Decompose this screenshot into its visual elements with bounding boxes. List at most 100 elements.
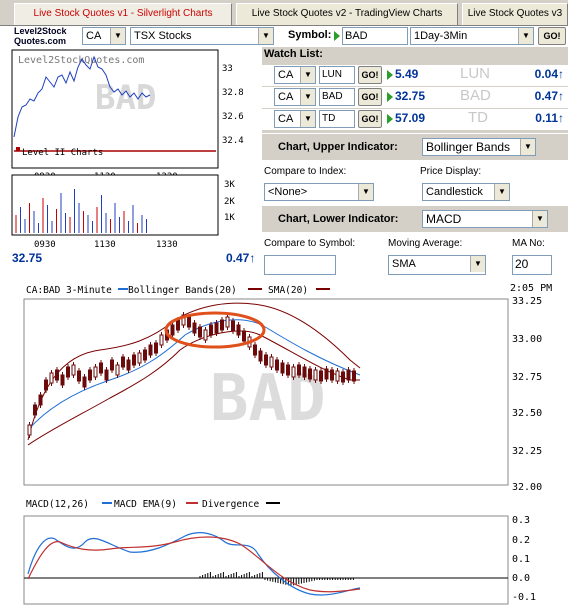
play-icon	[387, 70, 393, 80]
chevron-down-icon: ▼	[494, 184, 509, 200]
macd-chart: MACD(12,26) MACD EMA(9) Divergence 0.3 0…	[23, 499, 536, 605]
watchlist-country-select[interactable]: CA ▼	[274, 88, 316, 106]
watchlist-go-button[interactable]: GO!	[358, 110, 382, 128]
candle-body	[297, 364, 301, 376]
tab-silverlight-charts[interactable]: Live Stock Quotes v1 - Silverlight Chart…	[14, 3, 232, 25]
mini-time-tick: 0930	[34, 240, 56, 250]
candle-body	[330, 369, 334, 381]
main-y-tick: 33.25	[512, 296, 542, 307]
chevron-down-icon: ▼	[300, 111, 315, 127]
candle-body	[137, 352, 142, 364]
legend-bb: Bollinger Bands(20)	[128, 285, 237, 296]
moving-average-value: SMA	[392, 258, 416, 270]
candle-body	[264, 354, 268, 366]
candle-body	[104, 369, 109, 381]
ma-number-input[interactable]: 20	[512, 255, 552, 275]
level2-charts-link: Level II Charts	[22, 148, 103, 158]
mini-last-price: 32.75	[12, 251, 43, 265]
candle-body	[280, 362, 285, 374]
mini-price-tick: 33	[222, 64, 233, 74]
watchlist-go-button[interactable]: GO!	[358, 88, 382, 106]
watchlist-symbol-watermark: BAD	[460, 87, 491, 104]
candle-body	[192, 322, 197, 334]
candle-body	[71, 364, 76, 376]
candle-body	[93, 366, 98, 378]
mini-watermark: BAD	[95, 78, 156, 118]
candle-body	[308, 368, 312, 380]
tab-tradingview-charts[interactable]: Live Stock Quotes v2 - TradingView Chart…	[236, 3, 458, 25]
candle-body	[33, 404, 37, 416]
compare-index-value: <None>	[268, 186, 308, 198]
moving-average-select[interactable]: SMA ▼	[388, 255, 486, 275]
candle-body	[27, 424, 32, 436]
chevron-down-icon: ▼	[520, 139, 535, 155]
period-select[interactable]: 1Day-3Min ▼	[410, 27, 534, 45]
symbol-label: Symbol:	[288, 29, 332, 41]
legend-sma: SMA(20)	[268, 285, 308, 296]
price-display-value: Candlestick	[426, 186, 483, 198]
level2-marker	[16, 147, 20, 151]
candle-body	[242, 330, 246, 342]
upper-indicator-value: Bollinger Bands	[426, 140, 511, 154]
candle-body	[341, 371, 345, 383]
mini-time-tick: 1130	[94, 240, 116, 250]
up-arrow-icon: ↑	[249, 251, 256, 265]
main-y-tick: 32.50	[512, 408, 542, 419]
macd-y-tick: -0.1	[512, 592, 536, 603]
watchlist-symbol-input[interactable]: LUN	[319, 66, 355, 84]
tab-v3[interactable]: Live Stock Quotes v3	[462, 3, 568, 25]
main-price-chart: BAD CA:BAD 3-Minute Bollinger Bands(20) …	[23, 283, 552, 492]
price-display-select[interactable]: Candlestick ▼	[422, 183, 510, 201]
main-y-tick: 32.00	[512, 482, 542, 492]
symbol-input[interactable]: BAD	[342, 27, 408, 45]
watchlist-country-value: CA	[278, 113, 294, 125]
chevron-down-icon: ▼	[300, 89, 315, 105]
mini-volume-tick: 1K	[224, 213, 235, 223]
candle-body	[209, 324, 213, 336]
lower-indicator-value: MACD	[426, 212, 462, 226]
compare-symbol-input[interactable]	[264, 255, 336, 275]
candle-body	[220, 319, 224, 331]
lower-indicator-select[interactable]: MACD ▼	[422, 210, 548, 228]
chevron-down-icon: ▼	[358, 184, 373, 200]
watchlist-price: 57.09	[395, 111, 426, 125]
watchlist-price: 32.75	[395, 89, 426, 103]
candle-body	[132, 354, 136, 366]
compare-index-label: Compare to Index:	[264, 166, 347, 177]
tab-bar: Live Stock Quotes v1 - Silverlight Chart…	[0, 0, 568, 26]
go-button[interactable]: GO!	[538, 27, 566, 45]
mini-price-tick: 32.6	[222, 112, 244, 122]
chevron-down-icon: ▼	[470, 256, 485, 272]
site-logo[interactable]: Level2Stock Quotes.com	[14, 26, 76, 46]
play-icon	[334, 31, 340, 41]
exchange-select[interactable]: TSX Stocks ▼	[130, 27, 274, 45]
watchlist-symbol-input[interactable]: TD	[319, 110, 355, 128]
candle-body	[225, 316, 230, 328]
candle-body	[352, 370, 356, 382]
mini-price-tick: 32.8	[222, 88, 244, 98]
watchlist-symbol-watermark: LUN	[460, 65, 491, 82]
watchlist-country-select[interactable]: CA ▼	[274, 110, 316, 128]
moving-average-label: Moving Average:	[388, 238, 463, 249]
mini-volume-tick: 3K	[224, 180, 235, 190]
candle-body	[126, 359, 131, 371]
macd-y-tick: 0.2	[512, 535, 530, 546]
watchlist-country-value: CA	[278, 91, 294, 103]
watchlist-change: 0.04↑	[520, 67, 564, 81]
compare-index-select[interactable]: <None> ▼	[264, 183, 374, 201]
watchlist-country-select[interactable]: CA ▼	[274, 66, 316, 84]
country-select[interactable]: CA ▼	[82, 27, 126, 45]
watchlist-symbol-input[interactable]: BAD	[319, 88, 355, 106]
macd-label: MACD(12,26)	[26, 499, 89, 510]
mini-change-value: 0.47	[226, 251, 250, 265]
mini-time-tick: 1330	[156, 240, 178, 250]
watchlist-country-value: CA	[278, 69, 294, 81]
upper-indicator-select[interactable]: Bollinger Bands ▼	[422, 138, 536, 156]
candle-body	[154, 342, 158, 354]
watchlist-go-button[interactable]: GO!	[358, 66, 382, 84]
macd-frame	[23, 515, 509, 605]
watchlist-change-value: 0.11	[535, 111, 558, 125]
candle-body	[170, 324, 175, 336]
candle-body	[275, 359, 279, 371]
candle-body	[231, 320, 235, 332]
